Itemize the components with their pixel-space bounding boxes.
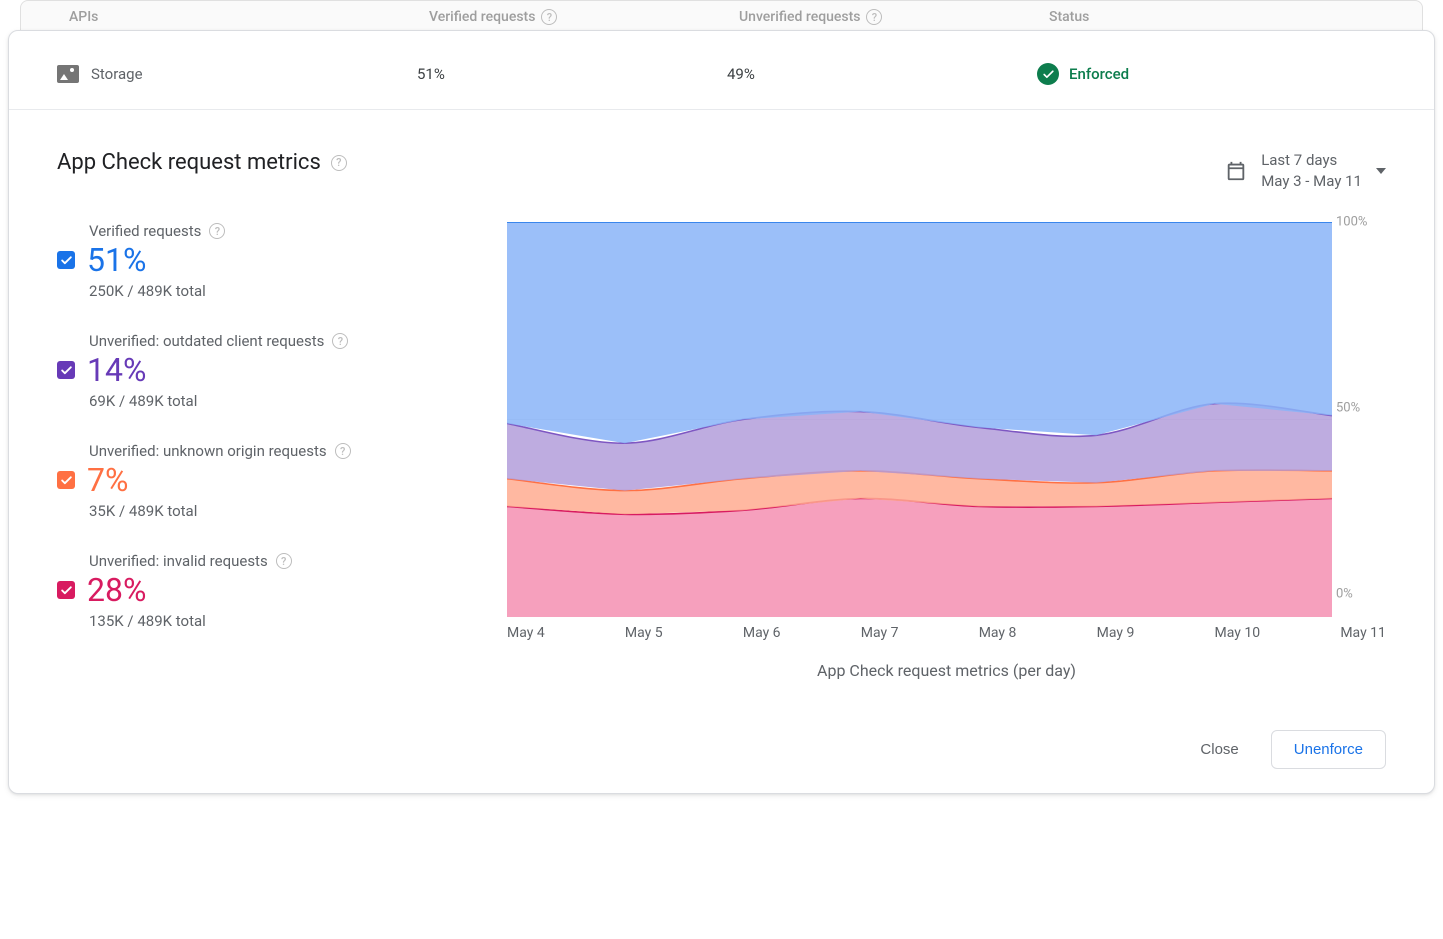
legend-item: Unverified: unknown origin requests? 7% 35…	[89, 442, 467, 520]
help-icon[interactable]: ?	[209, 223, 225, 239]
x-tick: May 6	[743, 625, 781, 641]
legend-checkbox[interactable]	[57, 251, 75, 269]
legend-percent: 51%	[87, 244, 146, 276]
legend-label: Verified requests?	[89, 222, 467, 240]
x-tick: May 8	[979, 625, 1017, 641]
legend-label: Unverified: outdated client requests?	[89, 332, 467, 350]
legend-label: Unverified: invalid requests?	[89, 552, 467, 570]
api-name-cell: Storage	[57, 65, 417, 83]
legend-percent: 28%	[87, 574, 146, 606]
status-cell: Enforced	[1037, 63, 1386, 85]
close-button[interactable]: Close	[1196, 731, 1242, 768]
x-tick: May 11	[1340, 625, 1386, 641]
legend-item: Unverified: outdated client requests? 14%…	[89, 332, 467, 410]
chart-caption: App Check request metrics (per day)	[507, 661, 1386, 680]
help-icon[interactable]: ?	[332, 333, 348, 349]
legend-item: Unverified: invalid requests? 28% 135K / 4…	[89, 552, 467, 630]
col-unverified: Unverified requests?	[739, 9, 1049, 25]
legend-item: Verified requests? 51% 250K / 489K total	[89, 222, 467, 300]
unenforce-button[interactable]: Unenforce	[1271, 730, 1386, 769]
x-tick: May 5	[625, 625, 663, 641]
col-status: Status	[1049, 9, 1374, 25]
legend-percent: 14%	[87, 354, 146, 386]
x-tick: May 7	[861, 625, 899, 641]
x-axis-ticks: May 4 May 5 May 6 May 7 May 8 May 9 May 10 May …	[507, 617, 1386, 641]
unverified-value: 49%	[727, 65, 1037, 83]
legend-sub: 69K / 489K total	[89, 392, 467, 410]
legend-sub: 35K / 489K total	[89, 502, 467, 520]
storage-icon	[57, 65, 79, 83]
metrics-title: App Check request metrics ?	[57, 150, 347, 175]
area-chart	[507, 222, 1332, 617]
y-tick: 50%	[1336, 401, 1360, 416]
help-icon[interactable]: ?	[331, 155, 347, 171]
legend-checkbox[interactable]	[57, 471, 75, 489]
y-tick: 0%	[1336, 587, 1353, 602]
metrics-card: Storage 51% 49% Enforced App Check reque…	[8, 30, 1435, 794]
x-tick: May 10	[1215, 625, 1261, 641]
x-tick: May 4	[507, 625, 545, 641]
legend-percent: 7%	[87, 464, 128, 496]
status-label: Enforced	[1069, 65, 1129, 83]
check-circle-icon	[1037, 63, 1059, 85]
legend-sub: 250K / 489K total	[89, 282, 467, 300]
legend-checkbox[interactable]	[57, 581, 75, 599]
date-text: Last 7 days May 3 - May 11	[1261, 150, 1362, 192]
y-axis-ticks: 100%50%0%	[1336, 222, 1382, 594]
legend-column: Verified requests? 51% 250K / 489K total Un…	[57, 222, 467, 680]
help-icon[interactable]: ?	[541, 9, 557, 25]
legend-label: Unverified: unknown origin requests?	[89, 442, 467, 460]
chevron-down-icon	[1376, 168, 1386, 174]
api-row-storage[interactable]: Storage 51% 49% Enforced	[9, 31, 1434, 109]
chart-column: 100%50%0% May 4 May 5 May 6 May 7 May 8 May 9…	[507, 222, 1386, 680]
legend-sub: 135K / 489K total	[89, 612, 467, 630]
help-icon[interactable]: ?	[866, 9, 882, 25]
col-verified: Verified requests?	[429, 9, 739, 25]
help-icon[interactable]: ?	[335, 443, 351, 459]
date-range-picker[interactable]: Last 7 days May 3 - May 11	[1225, 150, 1386, 192]
legend-checkbox[interactable]	[57, 361, 75, 379]
calendar-icon	[1225, 160, 1247, 182]
x-tick: May 9	[1097, 625, 1135, 641]
col-apis: APIs	[69, 9, 429, 25]
y-tick: 100%	[1336, 215, 1367, 230]
help-icon[interactable]: ?	[276, 553, 292, 569]
verified-value: 51%	[417, 65, 727, 83]
card-actions: Close Unenforce	[9, 700, 1434, 769]
api-name-label: Storage	[91, 65, 143, 83]
